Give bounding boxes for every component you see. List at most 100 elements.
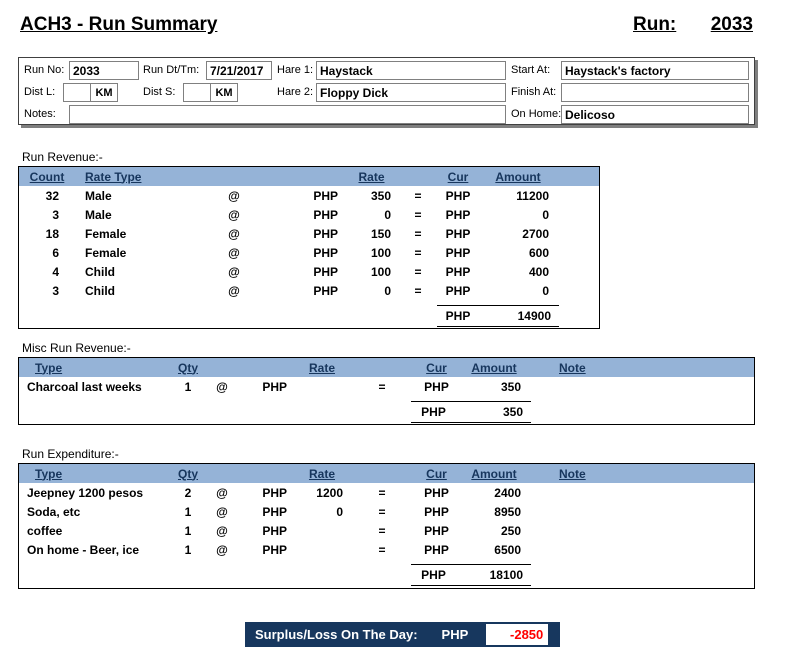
hare2-label: Hare 2: xyxy=(277,86,313,98)
currency-cell: PHP xyxy=(237,486,297,500)
equals-sign: = xyxy=(362,486,402,500)
currency-cell: PHP xyxy=(437,284,479,298)
revenue-row: 18 Female @ PHP 150 = PHP 2700 xyxy=(19,224,599,243)
rate-cell: 0 xyxy=(297,505,347,519)
hare2-input[interactable] xyxy=(316,83,506,102)
dist-l-input[interactable] xyxy=(63,83,91,102)
amount-cell: 2400 xyxy=(459,486,529,500)
rate-type-header: Rate Type xyxy=(79,170,219,184)
type-cell: coffee xyxy=(19,524,169,538)
page-title: ACH3 - Run Summary xyxy=(20,14,217,36)
surplus-value: -2850 xyxy=(486,624,548,645)
misc-header-row: Type Qty Rate Cur Amount Note xyxy=(19,358,754,377)
run-dt-label: Run Dt/Tm: xyxy=(143,64,199,76)
equals-sign: = xyxy=(362,524,402,538)
amount-cell: 0 xyxy=(479,284,557,298)
surplus-loss-bar: Surplus/Loss On The Day: PHP -2850 xyxy=(245,622,560,647)
currency-cell: PHP xyxy=(414,543,459,557)
count-cell: 32 xyxy=(19,189,79,203)
rate-header: Rate xyxy=(344,170,399,184)
revenue-header-row: Count Rate Type Rate Cur Amount xyxy=(19,167,599,186)
currency-cell: PHP xyxy=(237,524,297,538)
currency-cell: PHP xyxy=(437,189,479,203)
qty-cell: 2 xyxy=(169,486,207,500)
equals-sign: = xyxy=(399,246,437,260)
misc-total: PHP 350 xyxy=(411,401,531,423)
rate-cell: 1200 xyxy=(297,486,347,500)
total-currency: PHP xyxy=(411,405,456,419)
count-cell: 4 xyxy=(19,265,79,279)
notes-input[interactable] xyxy=(69,105,506,124)
revenue-row: 6 Female @ PHP 100 = PHP 600 xyxy=(19,243,599,262)
run-number-header: Run: 2033 xyxy=(633,14,753,36)
amount-cell: 11200 xyxy=(479,189,557,203)
amount-cell: 2700 xyxy=(479,227,557,241)
type-cell: Charcoal last weeks xyxy=(19,380,169,394)
expenditure-total: PHP 18100 xyxy=(411,564,531,586)
at-sign: @ xyxy=(219,265,249,279)
hare1-label: Hare 1: xyxy=(277,64,313,76)
count-header: Count xyxy=(19,170,79,184)
equals-sign: = xyxy=(362,505,402,519)
at-sign: @ xyxy=(207,543,237,557)
total-amount: 14900 xyxy=(479,309,559,323)
qty-cell: 1 xyxy=(169,505,207,519)
hare1-input[interactable] xyxy=(316,61,506,80)
rate-type-cell: Female xyxy=(79,246,219,260)
count-cell: 18 xyxy=(19,227,79,241)
rate-cell: 100 xyxy=(344,246,399,260)
expenditure-row: On home - Beer, ice 1 @ PHP = PHP 6500 xyxy=(19,540,754,559)
rate-header: Rate xyxy=(297,361,347,375)
run-summary-page: ACH3 - Run Summary Run: 2033 Run No: Run… xyxy=(0,0,790,672)
on-home-input[interactable] xyxy=(561,105,749,124)
dist-s-input[interactable] xyxy=(183,83,211,102)
type-cell: Jeepney 1200 pesos xyxy=(19,486,169,500)
notes-label: Notes: xyxy=(24,108,56,120)
rate-cell: 350 xyxy=(344,189,399,203)
equals-sign: = xyxy=(399,189,437,203)
cur-header: Cur xyxy=(414,361,459,375)
amount-cell: 6500 xyxy=(459,543,529,557)
at-sign: @ xyxy=(219,227,249,241)
cur-header: Cur xyxy=(414,467,459,481)
rate-cell: 100 xyxy=(344,265,399,279)
total-currency: PHP xyxy=(411,568,456,582)
dist-s-unit: KM xyxy=(211,83,238,102)
currency-cell: PHP xyxy=(249,208,344,222)
type-header: Type xyxy=(19,361,169,375)
start-at-input[interactable] xyxy=(561,61,749,80)
currency-cell: PHP xyxy=(437,246,479,260)
run-dt-input[interactable] xyxy=(206,61,272,80)
rate-type-cell: Child xyxy=(79,265,219,279)
rate-cell: 0 xyxy=(344,208,399,222)
currency-cell: PHP xyxy=(437,265,479,279)
equals-sign: = xyxy=(399,208,437,222)
note-header: Note xyxy=(529,467,754,481)
rate-cell: 0 xyxy=(344,284,399,298)
surplus-currency: PHP xyxy=(442,627,469,642)
expenditure-row: coffee 1 @ PHP = PHP 250 xyxy=(19,521,754,540)
currency-cell: PHP xyxy=(249,265,344,279)
surplus-label: Surplus/Loss On The Day: xyxy=(245,627,418,642)
currency-cell: PHP xyxy=(414,486,459,500)
expenditure-row: Soda, etc 1 @ PHP 0 = PHP 8950 xyxy=(19,502,754,521)
qty-header: Qty xyxy=(169,361,207,375)
at-sign: @ xyxy=(207,524,237,538)
revenue-row: 4 Child @ PHP 100 = PHP 400 xyxy=(19,262,599,281)
type-cell: On home - Beer, ice xyxy=(19,543,169,557)
currency-cell: PHP xyxy=(437,208,479,222)
total-amount: 18100 xyxy=(456,568,531,582)
qty-header: Qty xyxy=(169,467,207,481)
total-currency: PHP xyxy=(437,309,479,323)
count-cell: 6 xyxy=(19,246,79,260)
amount-cell: 350 xyxy=(459,380,529,394)
currency-cell: PHP xyxy=(414,524,459,538)
at-sign: @ xyxy=(219,189,249,203)
currency-cell: PHP xyxy=(237,543,297,557)
finish-at-input[interactable] xyxy=(561,83,749,102)
equals-sign: = xyxy=(362,543,402,557)
run-no-input[interactable] xyxy=(69,61,139,80)
revenue-table: Count Rate Type Rate Cur Amount 32 Male … xyxy=(18,166,600,329)
equals-sign: = xyxy=(399,227,437,241)
rate-type-cell: Male xyxy=(79,208,219,222)
